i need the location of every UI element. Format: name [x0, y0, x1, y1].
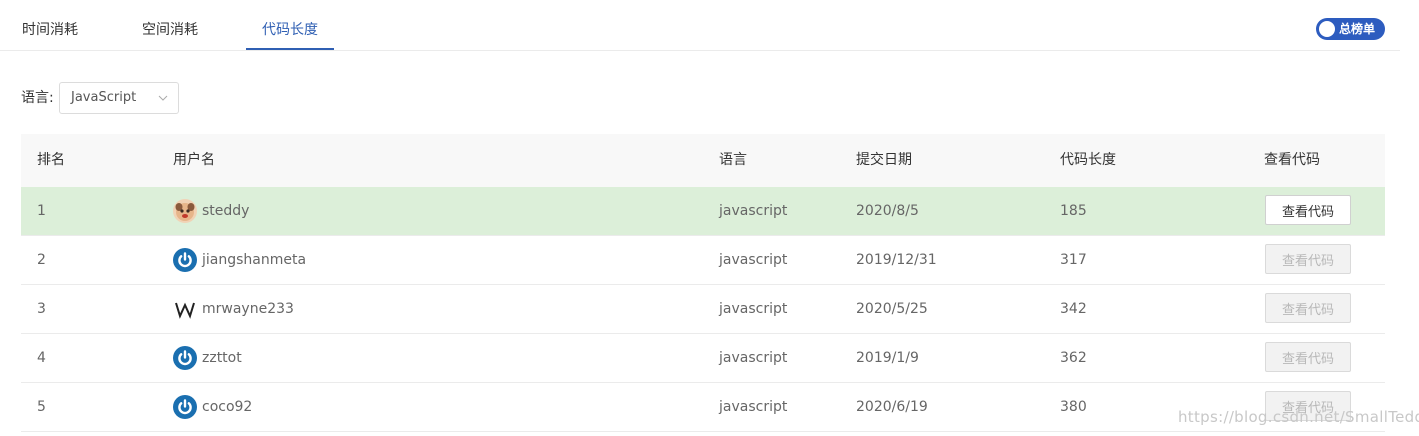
date-cell: 2020/6/19: [856, 399, 928, 415]
toggle-knob: [1319, 21, 1335, 37]
user-cell: zzttot: [173, 334, 242, 382]
active-tab-indicator: [246, 48, 334, 50]
length-cell: 317: [1060, 252, 1087, 268]
length-cell: 362: [1060, 350, 1087, 366]
header-submit-date: 提交日期: [856, 152, 912, 168]
header-username: 用户名: [173, 152, 215, 168]
rank-cell: 4: [37, 350, 46, 366]
language-cell: javascript: [719, 350, 788, 366]
username-link[interactable]: zzttot: [202, 334, 242, 382]
header-language: 语言: [719, 152, 747, 168]
tab-bar: 时间消耗 空间消耗 代码长度: [0, 0, 1400, 51]
cartoon-face-avatar[interactable]: [173, 199, 197, 223]
table-row: 3 mrwayne233 javascript 2020/5/25 342 查看…: [21, 285, 1385, 334]
date-cell: 2019/1/9: [856, 350, 919, 366]
view-code-button[interactable]: 查看代码: [1265, 293, 1351, 323]
power-icon-avatar[interactable]: [173, 395, 197, 419]
language-cell: javascript: [719, 203, 788, 219]
length-cell: 185: [1060, 203, 1087, 219]
username-link[interactable]: steddy: [202, 187, 249, 235]
table-row: 1 steddy javascript 2020/8/5 185 查看代码: [21, 187, 1385, 236]
username-link[interactable]: mrwayne233: [202, 285, 294, 333]
overall-ranking-toggle[interactable]: 总榜单: [1316, 18, 1385, 40]
table-header: 排名 用户名 语言 提交日期 代码长度 查看代码: [21, 134, 1385, 187]
username-link[interactable]: coco92: [202, 383, 252, 431]
toggle-label: 总榜单: [1339, 22, 1376, 36]
user-cell: mrwayne233: [173, 285, 294, 333]
rank-cell: 5: [37, 399, 46, 415]
table-row: 2 jiangshanmeta javascript 2019/12/31 31…: [21, 236, 1385, 285]
view-code-button[interactable]: 查看代码: [1265, 195, 1351, 225]
tab-space-consumption[interactable]: 空间消耗: [141, 0, 199, 50]
header-rank: 排名: [37, 152, 65, 168]
view-code-button[interactable]: 查看代码: [1265, 342, 1351, 372]
watermark-text: https://blog.csdn.net/SmallTeddy: [1178, 408, 1419, 426]
date-cell: 2020/5/25: [856, 301, 928, 317]
language-select-value: JavaScript: [71, 90, 137, 105]
w-letter-avatar[interactable]: [173, 297, 197, 321]
rank-cell: 2: [37, 252, 46, 268]
length-cell: 380: [1060, 399, 1087, 415]
language-cell: javascript: [719, 252, 788, 268]
date-cell: 2020/8/5: [856, 203, 919, 219]
language-select[interactable]: JavaScript: [59, 82, 179, 114]
tab-time-consumption[interactable]: 时间消耗: [21, 0, 79, 50]
language-cell: javascript: [719, 301, 788, 317]
date-cell: 2019/12/31: [856, 252, 937, 268]
user-cell: coco92: [173, 383, 252, 431]
chevron-down-icon: [158, 95, 168, 101]
table-row: 4 zzttot javascript 2019/1/9 362 查看代码: [21, 334, 1385, 383]
username-link[interactable]: jiangshanmeta: [202, 236, 306, 284]
user-cell: jiangshanmeta: [173, 236, 306, 284]
language-cell: javascript: [719, 399, 788, 415]
power-icon-avatar[interactable]: [173, 346, 197, 370]
view-code-button[interactable]: 查看代码: [1265, 244, 1351, 274]
length-cell: 342: [1060, 301, 1087, 317]
tab-code-length[interactable]: 代码长度: [246, 0, 334, 50]
user-cell: steddy: [173, 187, 249, 235]
rank-cell: 3: [37, 301, 46, 317]
language-filter-label: 语言:: [21, 90, 54, 106]
header-view-code: 查看代码: [1264, 152, 1320, 168]
power-icon-avatar[interactable]: [173, 248, 197, 272]
ranking-table: 排名 用户名 语言 提交日期 代码长度 查看代码 1 steddy javasc…: [21, 134, 1385, 432]
rank-cell: 1: [37, 203, 46, 219]
header-code-length: 代码长度: [1060, 152, 1116, 168]
